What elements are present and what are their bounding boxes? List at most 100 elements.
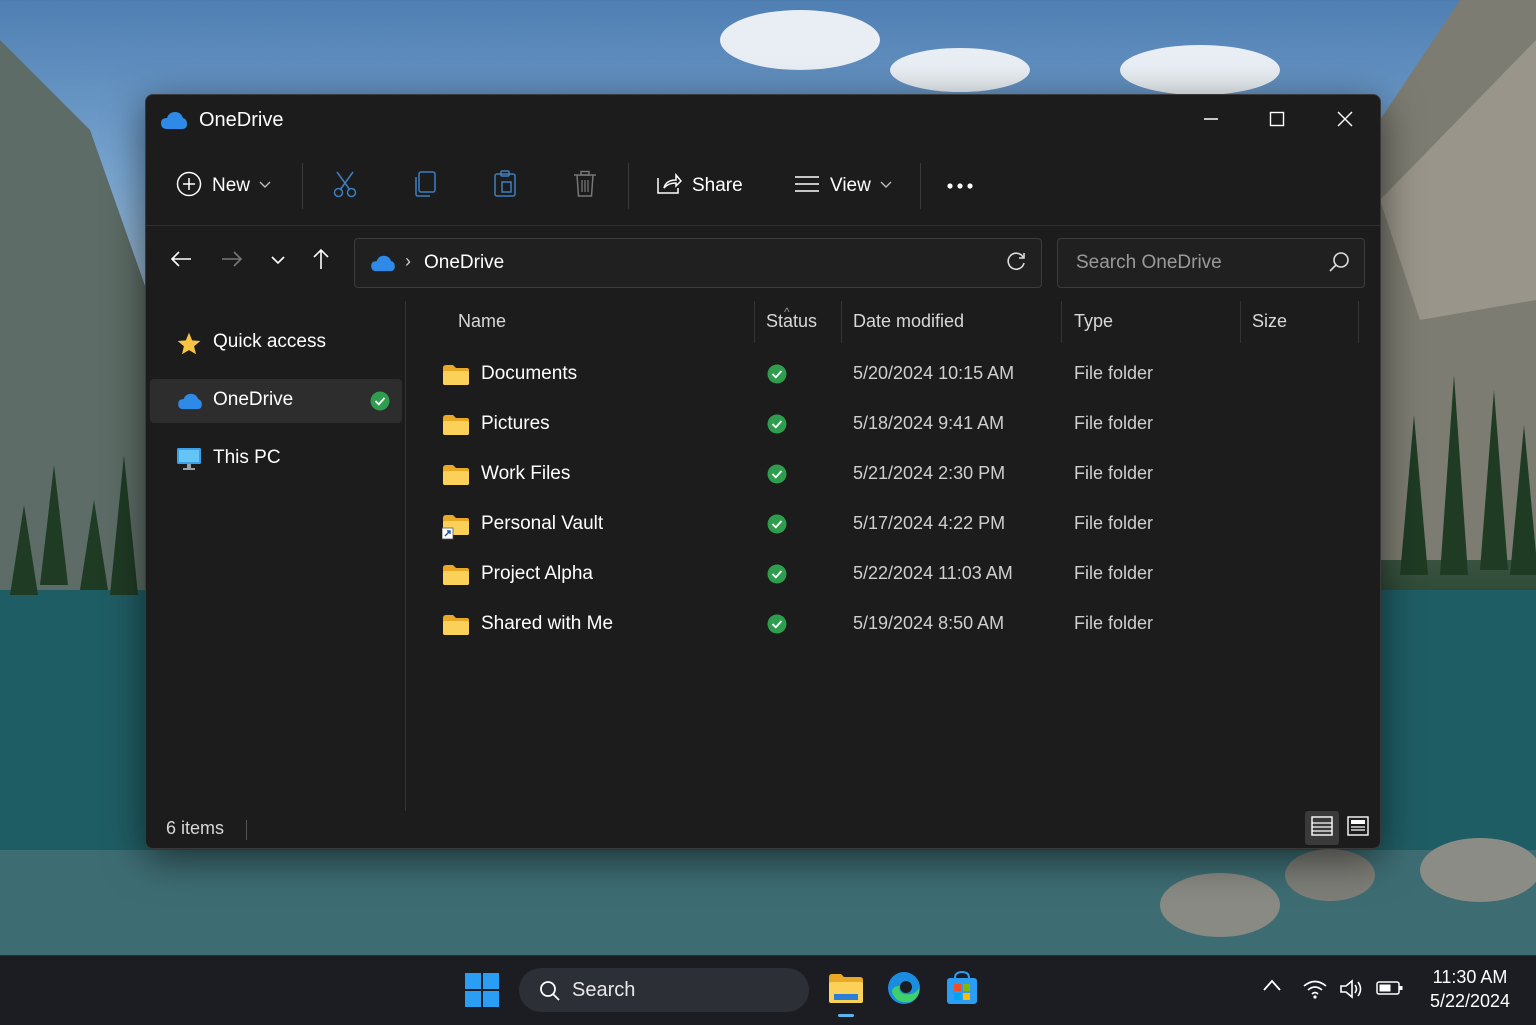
taskbar-search-label: Search [572,979,636,1001]
file-type: File folder [1074,563,1154,583]
preview-view-button[interactable] [1341,811,1375,845]
file-row[interactable]: Shared with Me 5/19/2024 8:50 AM File fo… [408,601,1368,649]
column-header-date[interactable]: Date modified [853,311,964,332]
column-separator[interactable] [1061,301,1062,343]
wifi-icon[interactable] [1302,978,1328,1005]
search-input[interactable]: Search OneDrive [1057,238,1365,288]
cut-icon [332,170,358,203]
new-button-label: New [212,175,251,196]
file-row[interactable]: Work Files 5/21/2024 2:30 PM File folder [408,451,1368,499]
file-row[interactable]: Project Alpha 5/22/2024 11:03 AM File fo… [408,551,1368,599]
file-name: Shared with Me [481,613,614,634]
delete-icon [572,170,598,203]
file-date: 5/17/2024 4:22 PM [853,513,1006,533]
column-headers: Name ^ Status Date modified Type Size [408,301,1368,343]
onedrive-cloud-icon [369,253,397,278]
column-separator[interactable] [754,301,755,343]
sync-check-icon [767,564,787,589]
command-bar: New Share View [146,155,1380,217]
folder-icon [442,414,470,441]
toolbar-separator [920,163,921,209]
file-date: 5/20/2024 10:15 AM [853,363,1015,383]
file-row[interactable]: Documents 5/20/2024 10:15 AM File folder [408,351,1368,399]
forward-button[interactable] [214,243,250,279]
taskbar-file-explorer[interactable] [826,970,866,1010]
minimize-button[interactable] [1188,103,1234,139]
taskbar: Search 11:30 AM 5/22/2024 [0,955,1536,1025]
view-button[interactable]: View [794,155,893,217]
file-row[interactable]: Personal Vault 5/17/2024 4:22 PM File fo… [408,501,1368,549]
sidebar-item-label: This PC [213,447,281,468]
search-icon [1328,251,1350,278]
file-date: 5/21/2024 2:30 PM [853,463,1006,483]
start-button[interactable] [464,972,502,1010]
battery-icon[interactable] [1376,978,1404,1003]
taskbar-store[interactable] [942,970,982,1010]
file-explorer-icon [828,972,864,1009]
breadcrumb-onedrive[interactable]: OneDrive [424,252,504,274]
copy-button[interactable] [412,155,438,217]
sidebar-item-this-pc[interactable]: This PC [150,437,402,481]
sync-check-icon [767,364,787,389]
delete-button[interactable] [572,155,598,217]
file-row[interactable]: Pictures 5/18/2024 9:41 AM File folder [408,401,1368,449]
folder-shortcut-icon [441,514,470,545]
clock-time[interactable]: 11:30 AM [1420,967,1520,988]
title-bar[interactable]: OneDrive [146,95,1380,145]
recent-locations-button[interactable] [260,243,296,279]
cloud-icon [176,391,204,416]
more-icon [946,177,974,195]
search-icon [539,980,561,1007]
more-options-button[interactable] [946,155,974,217]
column-separator[interactable] [1240,301,1241,343]
up-button[interactable] [303,243,339,279]
file-type: File folder [1074,613,1154,633]
edge-icon [886,970,922,1011]
paste-icon [492,169,518,203]
column-header-status[interactable]: Status [766,311,817,332]
plus-circle-icon [176,171,202,202]
column-header-type[interactable]: Type [1074,311,1113,332]
sidebar-item-onedrive[interactable]: OneDrive [150,379,402,423]
close-icon [1337,111,1353,132]
status-separator [246,820,247,840]
search-placeholder: Search OneDrive [1076,252,1222,273]
sync-check-icon [767,514,787,539]
file-name: Work Files [481,463,571,484]
column-header-name[interactable]: Name [458,311,506,332]
chevron-down-icon [879,177,893,195]
monitor-icon [176,447,202,476]
share-button-label: Share [692,175,743,196]
sidebar-item-label: Quick access [213,331,326,352]
file-name: Project Alpha [481,563,593,584]
back-button[interactable] [163,243,199,279]
details-view-button[interactable] [1305,811,1339,845]
cut-button[interactable] [332,155,358,217]
new-button[interactable]: New [176,155,272,217]
sync-check-icon [767,414,787,439]
chevron-up-icon[interactable] [1262,978,1282,997]
paste-button[interactable] [492,155,518,217]
file-type: File folder [1074,513,1154,533]
pane-divider[interactable] [405,301,406,811]
close-button[interactable] [1322,103,1368,139]
column-separator[interactable] [841,301,842,343]
volume-icon[interactable] [1339,978,1365,1005]
sidebar-item-label: OneDrive [213,389,294,410]
file-type: File folder [1074,413,1154,433]
sync-check-icon [767,464,787,489]
clock-date[interactable]: 5/22/2024 [1420,991,1520,1012]
file-date: 5/22/2024 11:03 AM [853,563,1013,583]
column-header-size[interactable]: Size [1252,311,1287,332]
sidebar-item-quick-access[interactable]: Quick access [150,321,402,365]
taskbar-edge[interactable] [884,970,924,1010]
column-separator[interactable] [1358,301,1359,343]
share-button[interactable]: Share [656,155,743,217]
taskbar-search-box[interactable]: Search [519,968,809,1012]
address-bar[interactable]: › OneDrive [354,238,1042,288]
view-icon [794,174,820,199]
refresh-icon[interactable] [1005,251,1027,273]
item-count: 6 items [166,818,225,838]
toolbar-separator [628,163,629,209]
maximize-button[interactable] [1254,103,1300,139]
